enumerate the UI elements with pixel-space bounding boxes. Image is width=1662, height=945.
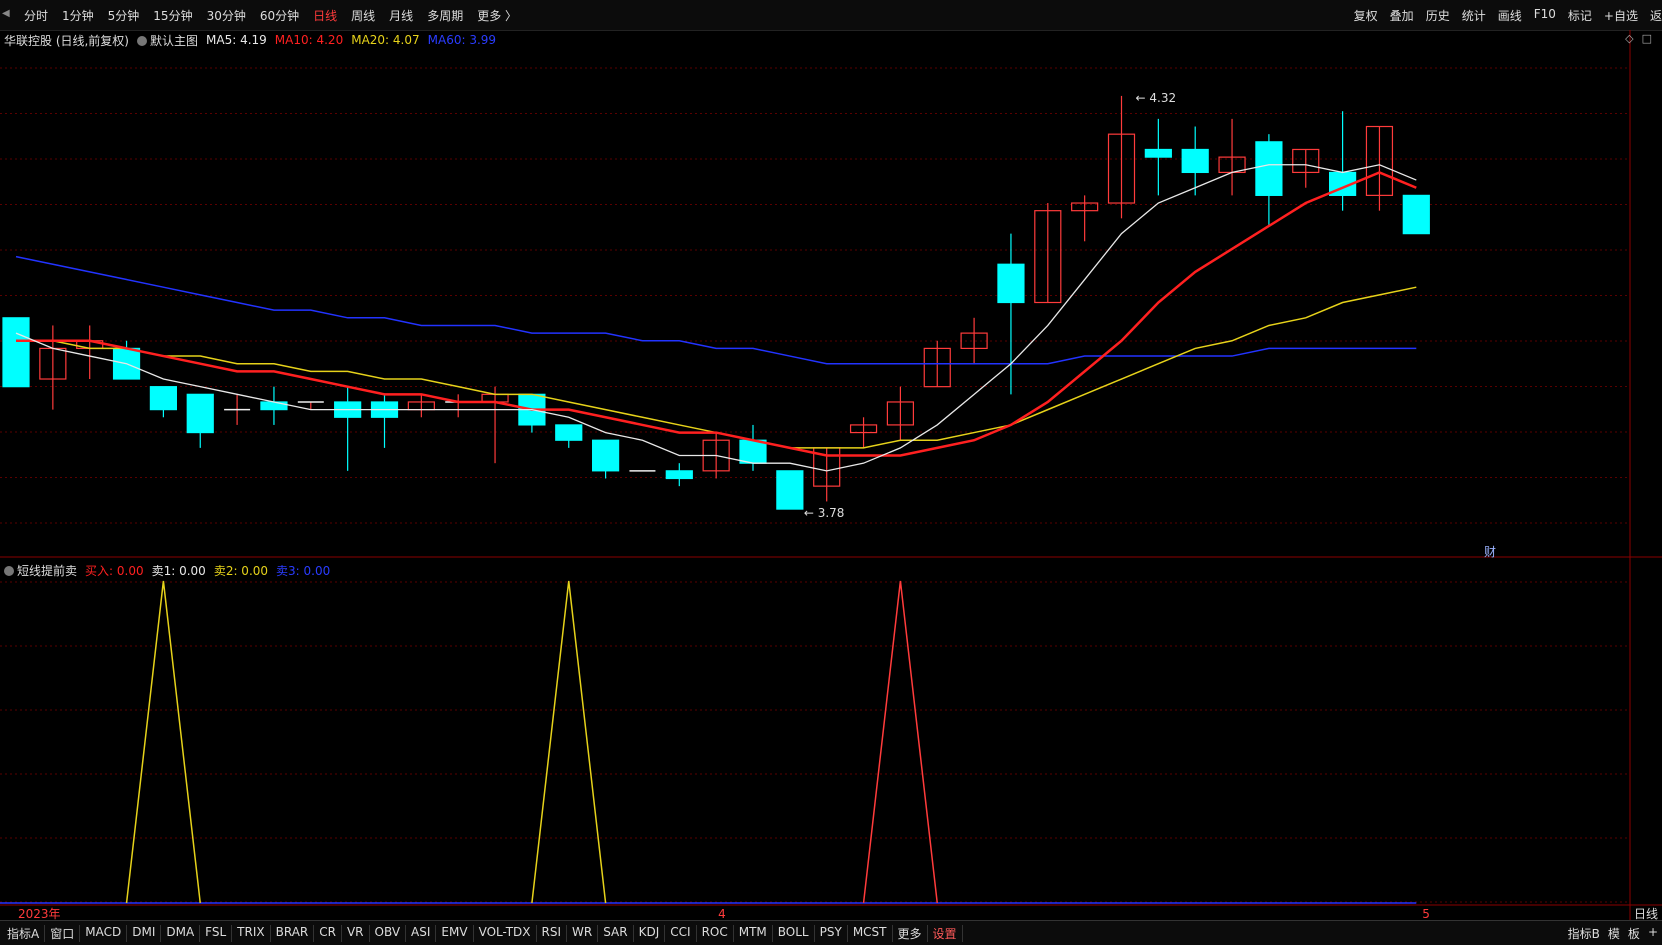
template-label: 默认主图 — [150, 33, 199, 48]
indicator-tab[interactable]: ROC — [697, 925, 734, 942]
indicator-tab[interactable]: SAR — [598, 925, 634, 942]
candle-body — [186, 393, 214, 434]
ma10-line — [16, 171, 1417, 457]
sell2-spike — [531, 580, 607, 904]
date-label-year: 2023年 — [18, 907, 61, 920]
sell1-value: 卖1: 0.00 — [151, 563, 206, 578]
indicator-tab[interactable]: 窗口 — [45, 925, 81, 942]
main-chart-legend: 华联控股 (日线,前复权) 默认主图 MA5: 4.19 MA10: 4.20 … — [4, 30, 496, 50]
indicator-tab[interactable]: OBV — [370, 925, 407, 942]
sell2-spike — [125, 580, 201, 904]
bottom-control[interactable]: + — [1648, 925, 1658, 942]
ma60-value: MA60: 3.99 — [427, 33, 497, 47]
candle-body — [1402, 194, 1430, 235]
ma5-line — [15, 164, 1417, 472]
indicator-tab[interactable]: FSL — [200, 925, 233, 942]
indicator-tab[interactable]: DMI — [127, 925, 162, 942]
bottom-control[interactable]: 模 — [1608, 925, 1620, 942]
indicator-tab[interactable]: PSY — [815, 925, 848, 942]
ma10-value: MA10: 4.20 — [274, 33, 344, 47]
indicator-tabbar: 指标A 窗口 MACD DMI DMA FSL TRIX BRAR CR VR OBV ASI EMV V… — [0, 920, 1662, 945]
buy-value: 买入: 0.00 — [85, 563, 144, 578]
diamond-icon[interactable]: ◇ — [1625, 32, 1633, 45]
candle-body — [665, 470, 693, 480]
indicator-tab[interactable]: BOLL — [773, 925, 815, 942]
bottom-control[interactable]: 板 — [1628, 925, 1640, 942]
indicator-tab[interactable]: DMA — [161, 925, 201, 942]
bottom-control[interactable]: 指标B — [1568, 925, 1600, 942]
indicator-tab[interactable]: BRAR — [271, 925, 315, 942]
candle-body — [1144, 148, 1172, 158]
indicator-tab[interactable]: WR — [567, 925, 599, 942]
high-price-label: ← 4.32 — [1136, 91, 1177, 105]
indicator-tab[interactable]: MACD — [80, 925, 128, 942]
sell3-value: 卖3: 0.00 — [276, 563, 331, 578]
ma5-value: MA5: 4.19 — [206, 33, 267, 47]
indicator-selector[interactable]: 短线提前卖 — [4, 562, 77, 579]
candle-body — [776, 470, 804, 510]
indicator-tabs: 指标A 窗口 MACD DMI DMA FSL TRIX BRAR CR VR OBV ASI EMV V… — [2, 925, 963, 942]
candle-body — [739, 439, 767, 464]
candle-body — [1255, 141, 1283, 196]
indicator-tab[interactable]: TRIX — [232, 925, 271, 942]
date-label-month: 4 — [718, 907, 726, 920]
indicator-tab[interactable]: VOL-TDX — [474, 925, 537, 942]
indicator-tab[interactable]: EMV — [436, 925, 474, 942]
indicator-tab[interactable]: MTM — [734, 925, 773, 942]
period-label: 日线 — [1634, 907, 1658, 920]
template-selector[interactable]: 默认主图 — [137, 32, 198, 49]
bottom-right-controls: 指标B 模板 + — [1568, 925, 1658, 942]
candle-body — [1181, 148, 1209, 174]
indicator-name: 短线提前卖 — [17, 563, 78, 578]
candle-body — [997, 263, 1025, 304]
ma20-line — [16, 286, 1417, 449]
dropdown-circle-icon — [137, 35, 147, 46]
stock-name: 华联控股 (日线,前复权) — [4, 33, 129, 48]
dropdown-circle-icon — [4, 565, 14, 576]
sell2-value: 卖2: 0.00 — [213, 563, 269, 578]
chart-corner-icons: ◇ □ — [1625, 32, 1652, 45]
indicator-tab[interactable]: CCI — [665, 925, 697, 942]
buy-spike — [862, 580, 938, 904]
indicator-tab[interactable]: CR — [314, 925, 342, 942]
candle-body — [555, 424, 583, 441]
indicator-tab[interactable]: RSI — [537, 925, 568, 942]
date-label-month: 5 — [1422, 907, 1430, 920]
window-icon[interactable]: □ — [1642, 32, 1652, 45]
ma20-value: MA20: 4.07 — [351, 33, 420, 47]
indicator-tab[interactable]: 设置 — [928, 925, 963, 942]
indicator-tab[interactable]: MCST — [848, 925, 893, 942]
indicator-tab[interactable]: 指标A — [2, 925, 46, 942]
finance-badge[interactable]: 财 — [1484, 543, 1496, 560]
stock-chart[interactable]: ← 4.32 ← 3.78 2023年 4 5 日线 — [0, 0, 1662, 920]
ma60-line — [15, 255, 1417, 365]
indicator-tab[interactable]: 更多 — [893, 925, 928, 942]
candle-body — [2, 317, 30, 388]
candle-body — [149, 386, 177, 411]
indicator-tab[interactable]: KDJ — [634, 925, 666, 942]
candle-body — [591, 439, 620, 472]
indicator-tab[interactable]: VR — [342, 925, 370, 942]
low-price-label: ← 3.78 — [804, 506, 845, 520]
indicator-legend: 短线提前卖 买入: 0.00 卖1: 0.00 卖2: 0.00 卖3: 0.0… — [4, 560, 330, 580]
candle-body — [260, 401, 288, 411]
indicator-tab[interactable]: ASI — [406, 925, 437, 942]
